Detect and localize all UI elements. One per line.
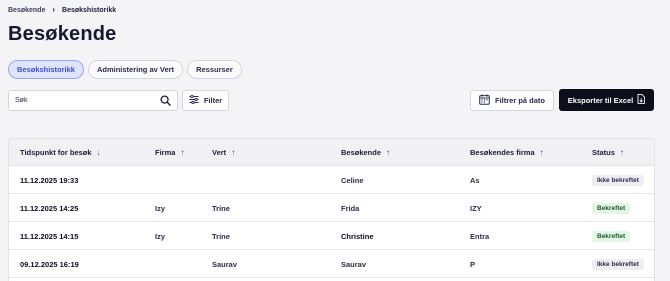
cell-time: 11.12.2025 14:15 <box>20 231 79 241</box>
table-header: Tidspunkt for besøk ↓ Firma ↑ Vert ↑ Bes… <box>9 139 654 166</box>
cell-visitor-company: IZY <box>470 203 482 213</box>
calendar-icon <box>479 94 490 107</box>
column-header-besokendes-firma[interactable]: Besøkendes firma ↑ <box>470 139 544 166</box>
column-header-tidspunkt[interactable]: Tidspunkt for besøk ↓ <box>20 139 101 166</box>
tab-besokshistorikk[interactable]: Besøkshistorikk <box>8 60 84 79</box>
cell-time: 11.12.2025 19:33 <box>20 175 79 185</box>
column-label: Vert <box>212 148 227 157</box>
cell-visitor: Frida <box>341 203 360 213</box>
date-filter-button[interactable]: Filtrer på dato <box>470 90 554 111</box>
column-label: Firma <box>155 148 176 157</box>
search-box <box>8 90 178 111</box>
column-label: Tidspunkt for besøk <box>20 148 92 157</box>
cell-visitor-company: As <box>470 175 480 185</box>
chevron-right-icon: › <box>52 5 56 14</box>
visit-history-table: Tidspunkt for besøk ↓ Firma ↑ Vert ↑ Bes… <box>8 138 655 281</box>
cell-company: Izy <box>155 203 166 213</box>
cell-time: 09.12.2025 16:19 <box>20 259 79 269</box>
cell-host: Trine <box>212 203 230 213</box>
tab-bar: Besøkshistorikk Administering av Vert Re… <box>8 60 242 79</box>
arrow-up-icon: ↑ <box>231 147 236 157</box>
status-badge: Ikke bekreftet <box>592 174 644 186</box>
export-button-label: Eksporter til Excel <box>567 95 634 105</box>
table-row[interactable]: 11.12.2025 14:25 Izy Trine Frida IZY Bek… <box>9 194 654 222</box>
cell-company: Izy <box>155 231 166 241</box>
arrow-up-icon: ↑ <box>386 147 391 157</box>
status-badge: Ikke bekreftet <box>592 258 644 270</box>
tab-administering-av-vert[interactable]: Administering av Vert <box>87 60 184 79</box>
cell-visitor-company: Entra <box>470 231 490 241</box>
search-input[interactable] <box>15 97 160 104</box>
column-label: Besøkendes firma <box>470 148 535 157</box>
cell-host: Trine <box>212 231 230 241</box>
column-header-status[interactable]: Status ↑ <box>592 139 624 166</box>
column-label: Besøkende <box>341 148 382 157</box>
breadcrumb: Besøkende › Besøkshistorikk <box>8 5 116 15</box>
file-export-icon <box>637 94 646 106</box>
status-badge: Bekreftet <box>592 202 631 214</box>
cell-visitor: Saurav <box>341 259 367 269</box>
sliders-icon <box>189 94 199 106</box>
arrow-up-icon: ↑ <box>180 147 185 157</box>
export-excel-button[interactable]: Eksporter til Excel <box>559 89 654 111</box>
breadcrumb-current: Besøkshistorikk <box>62 6 117 14</box>
table-row[interactable]: 11.12.2025 19:33 Celine As Ikke bekrefte… <box>9 166 654 194</box>
table-row[interactable]: 11.12.2025 14:15 Izy Trine Christine Ent… <box>9 222 654 250</box>
arrow-up-icon: ↑ <box>539 147 544 157</box>
breadcrumb-link-besokende[interactable]: Besøkende <box>8 7 45 14</box>
cell-visitor-company: P <box>470 259 476 269</box>
filter-button-label: Filter <box>203 96 223 105</box>
status-badge: Bekreftet <box>592 230 631 242</box>
column-header-vert[interactable]: Vert ↑ <box>212 139 235 166</box>
search-icon[interactable] <box>160 95 171 106</box>
cell-visitor: Christine <box>341 231 374 241</box>
page-title: Besøkende <box>8 23 117 45</box>
cell-visitor: Celine <box>341 175 364 185</box>
date-filter-label: Filtrer på dato <box>494 96 545 105</box>
column-header-firma[interactable]: Firma ↑ <box>155 139 184 166</box>
cell-host: Saurav <box>212 259 238 269</box>
column-header-besokende[interactable]: Besøkende ↑ <box>341 139 390 166</box>
tab-ressurser[interactable]: Ressurser <box>187 60 242 79</box>
column-label: Status <box>592 148 615 157</box>
arrow-down-icon: ↓ <box>96 147 101 157</box>
table-row[interactable]: 09.12.2025 16:19 Saurav Saurav P Ikke be… <box>9 250 654 278</box>
filter-button[interactable]: Filter <box>182 90 229 111</box>
arrow-up-icon: ↑ <box>619 147 624 157</box>
cell-time: 11.12.2025 14:25 <box>20 203 79 213</box>
